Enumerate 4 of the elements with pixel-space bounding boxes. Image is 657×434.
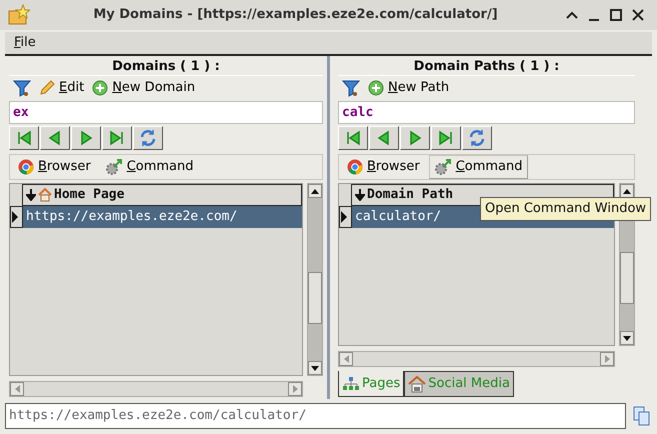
panel-title: Domains ( 1 ) : [111, 58, 221, 75]
panel-title: Domain Paths ( 1 ) : [412, 58, 560, 75]
window-title: My Domains - [https://examples.eze2e.com/calculator/] [92, 6, 499, 24]
tooltip: Open Command Window [480, 197, 652, 220]
